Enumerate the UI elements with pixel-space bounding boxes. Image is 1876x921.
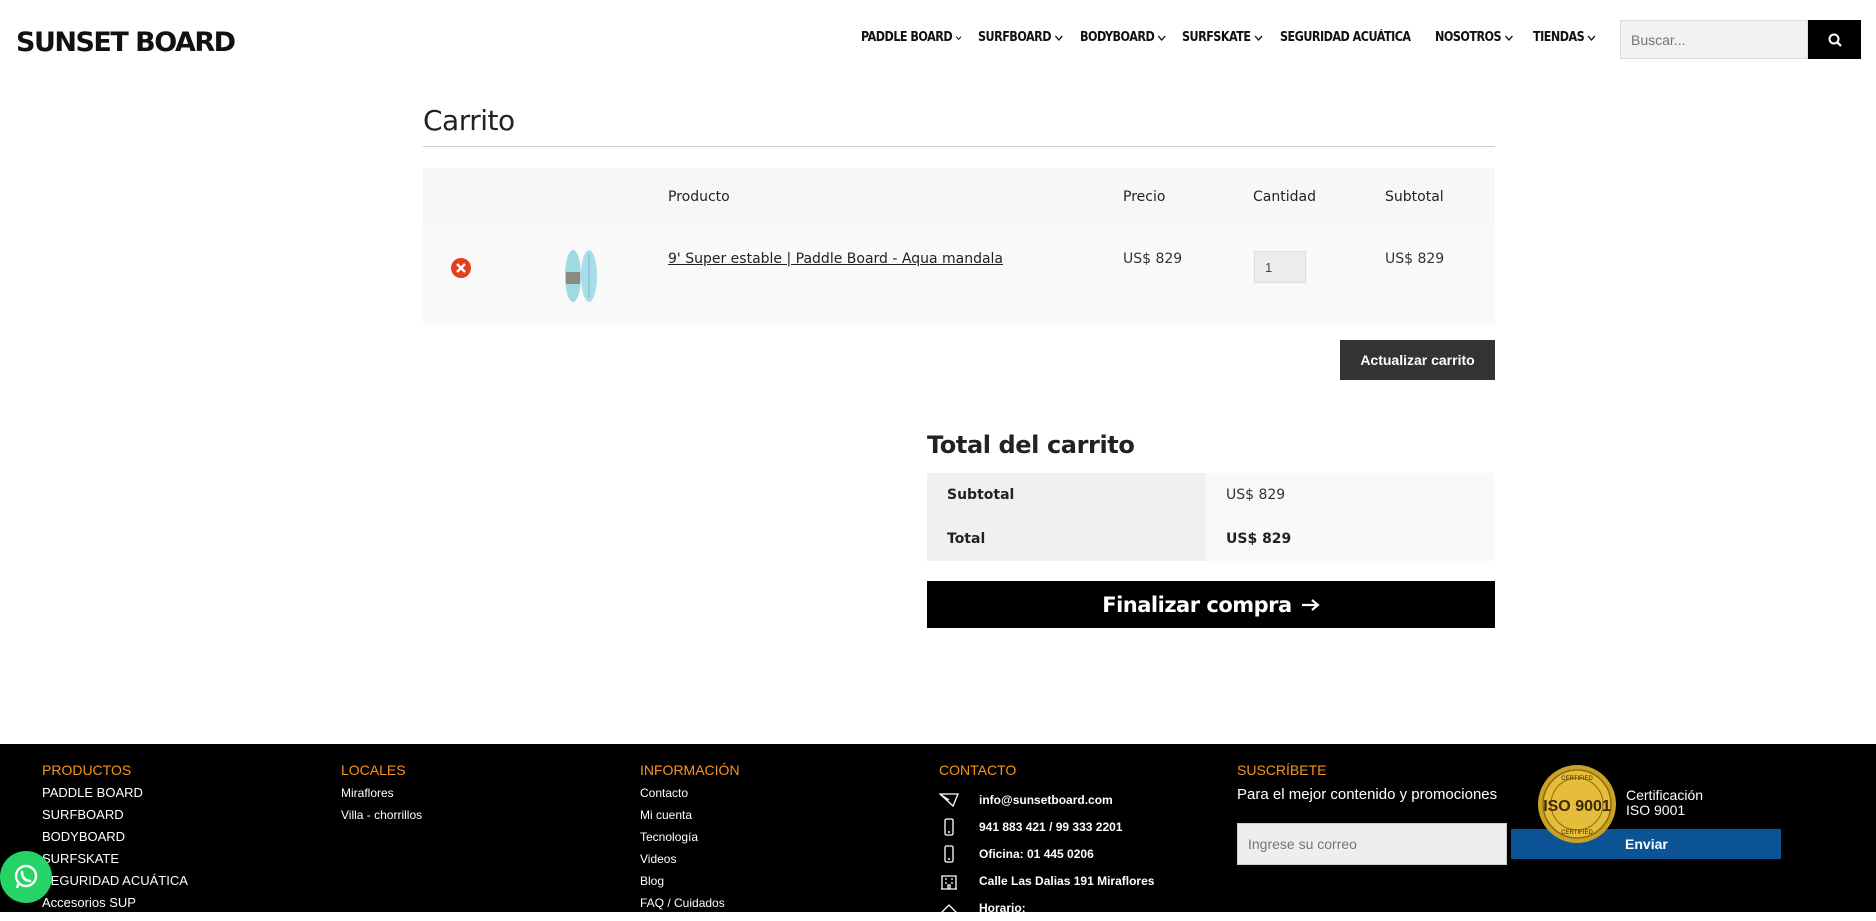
contact-office-text: Oficina: 01 445 0206 <box>979 846 1094 861</box>
iso-text-line2: ISO 9001 <box>1626 802 1686 818</box>
update-cart-button[interactable]: Actualizar carrito <box>1340 340 1495 380</box>
footer-link-paddle-board[interactable]: PADDLE BOARD <box>42 786 188 808</box>
paper-plane-icon <box>939 792 959 807</box>
contact-address-text: Calle Las Dalias 191 Miraflores <box>979 873 1155 888</box>
product-thumbnail[interactable] <box>563 248 599 304</box>
search-button[interactable] <box>1808 20 1861 59</box>
footer-link-faq[interactable]: FAQ / Cuidados <box>640 896 740 918</box>
contact-email-text: info@sunsetboard.com <box>979 792 1113 807</box>
cart-table-header: Producto Precio Cantidad Subtotal <box>423 168 1495 228</box>
chevron-down-icon <box>1588 34 1596 41</box>
quantity-input[interactable] <box>1254 251 1306 283</box>
column-header-subtotal: Subtotal <box>1385 189 1444 205</box>
search-input[interactable] <box>1620 20 1808 59</box>
checkout-label: Finalizar compra <box>1102 592 1292 617</box>
contact-horario: Horario: <box>939 894 1154 921</box>
mobile-phone-icon <box>944 817 954 836</box>
column-header-quantity: Cantidad <box>1253 189 1316 205</box>
total-label: Total <box>927 517 1206 561</box>
footer-productos: PRODUCTOS PADDLE BOARD SURFBOARD BODYBOA… <box>42 762 188 918</box>
totals-subtotal-row: Subtotal US$ 829 <box>927 473 1495 517</box>
iso-certification-text: Certificación ISO 9001 <box>1626 788 1703 818</box>
footer-link-surfboard[interactable]: SURFBOARD <box>42 808 188 830</box>
contact-horario-text: Horario: <box>979 900 1026 915</box>
contact-email[interactable]: info@sunsetboard.com <box>939 786 1154 813</box>
cart-totals-table: Subtotal US$ 829 Total US$ 829 <box>927 473 1495 561</box>
footer-link-mi-cuenta[interactable]: Mi cuenta <box>640 808 740 830</box>
sunset-board-logo[interactable]: SUNSET BOARD <box>16 22 246 58</box>
contact-phones-text: 941 883 421 / 99 333 2201 <box>979 819 1123 834</box>
title-divider <box>423 146 1495 147</box>
footer-link-accesorios[interactable]: Accesorios SUP <box>42 896 188 918</box>
footer-link-blog[interactable]: Blog <box>640 874 740 896</box>
chevron-down-icon <box>1254 34 1263 41</box>
footer-heading-productos: PRODUCTOS <box>42 762 132 778</box>
subscribe-email-input[interactable] <box>1237 823 1507 865</box>
iso-badge-text: ISO 9001 <box>1543 798 1611 815</box>
site-header: SUNSET BOARD PADDLE BOARD SURFBOARD BODY… <box>0 0 1876 78</box>
chevron-down-icon <box>1054 34 1063 41</box>
footer-link-surfskate[interactable]: SURFSKATE <box>42 852 188 874</box>
nav-surfboard[interactable]: SURFBOARD <box>978 30 1066 45</box>
footer-link-seguridad[interactable]: SEGURIDAD ACUÁTICA <box>42 874 188 896</box>
nav-seguridad-acuatica[interactable]: SEGURIDAD ACUÁTICA <box>1280 30 1413 45</box>
footer-heading-suscribete: SUSCRÍBETE <box>1237 762 1327 778</box>
product-link[interactable]: 9' Super estable | Paddle Board - Aqua m… <box>668 251 1003 267</box>
subtotal-label: Subtotal <box>927 473 1206 517</box>
nav-paddle-board[interactable]: PADDLE BOARD <box>861 30 962 45</box>
totals-total-row: Total US$ 829 <box>927 517 1495 561</box>
total-value: US$ 829 <box>1206 517 1495 561</box>
footer-link-contacto[interactable]: Contacto <box>640 786 740 808</box>
footer-contacto: CONTACTO info@sunsetboard.com 941 883 42… <box>939 762 1154 921</box>
building-icon <box>941 874 957 890</box>
footer-heading-informacion: INFORMACIÓN <box>640 762 740 778</box>
footer-heading-locales: LOCALES <box>341 762 406 778</box>
logo-text: SUNSET BOARD <box>16 27 235 58</box>
cart-item-row <box>423 228 1495 325</box>
nav-bodyboard[interactable]: BODYBOARD <box>1080 30 1168 45</box>
footer-link-miraflores[interactable]: Miraflores <box>341 786 422 808</box>
iso-9001-badge: ISO 9001 CERTIFIED CERTIFIED <box>1538 765 1616 843</box>
contact-office[interactable]: Oficina: 01 445 0206 <box>939 840 1154 867</box>
arrow-right-icon <box>1301 598 1320 611</box>
whatsapp-icon <box>14 864 38 889</box>
footer-locales: LOCALES Miraflores Villa - chorrillos <box>341 762 422 830</box>
chevron-down-icon <box>1158 34 1166 41</box>
chevron-down-icon <box>955 35 962 40</box>
footer-informacion: INFORMACIÓN Contacto Mi cuenta Tecnologí… <box>640 762 740 918</box>
cart-table: Producto Precio Cantidad Subtotal <box>423 168 1495 325</box>
search-bar <box>1620 20 1861 59</box>
clock-icon <box>939 903 959 914</box>
nav-surfskate[interactable]: SURFSKATE <box>1182 30 1266 45</box>
footer-link-videos[interactable]: Videos <box>640 852 740 874</box>
iso-badge-ring-top: CERTIFIED <box>1561 776 1593 782</box>
contact-phones[interactable]: 941 883 421 / 99 333 2201 <box>939 813 1154 840</box>
main-nav: PADDLE BOARD SURFBOARD BODYBOARD SURFSKA… <box>861 30 1613 45</box>
item-subtotal: US$ 829 <box>1385 251 1445 267</box>
column-header-product: Producto <box>668 189 730 205</box>
nav-tiendas[interactable]: TIENDAS <box>1533 30 1602 45</box>
cart-totals-title: Total del carrito <box>927 431 1135 459</box>
item-price: US$ 829 <box>1123 251 1183 267</box>
footer-link-villa[interactable]: Villa - chorrillos <box>341 808 422 830</box>
iso-text-line1: Certificación <box>1626 787 1704 803</box>
nav-nosotros[interactable]: NOSOTROS <box>1435 30 1519 45</box>
footer-link-bodyboard[interactable]: BODYBOARD <box>42 830 188 852</box>
contact-address: Calle Las Dalias 191 Miraflores <box>939 867 1154 894</box>
site-footer: PRODUCTOS PADDLE BOARD SURFBOARD BODYBOA… <box>0 744 1876 915</box>
footer-link-tecnologia[interactable]: Tecnología <box>640 830 740 852</box>
footer-heading-contacto: CONTACTO <box>939 762 1017 778</box>
search-icon <box>1828 33 1842 47</box>
subtotal-value: US$ 829 <box>1206 473 1495 517</box>
whatsapp-button[interactable] <box>0 851 52 903</box>
column-header-price: Precio <box>1123 189 1166 205</box>
remove-item-icon[interactable] <box>451 258 471 278</box>
chevron-down-icon <box>1504 34 1513 41</box>
checkout-button[interactable]: Finalizar compra <box>927 581 1495 628</box>
iso-badge-ring-bottom: CERTIFIED <box>1561 830 1593 836</box>
mobile-phone-icon <box>944 844 954 863</box>
page-title: Carrito <box>423 104 515 137</box>
